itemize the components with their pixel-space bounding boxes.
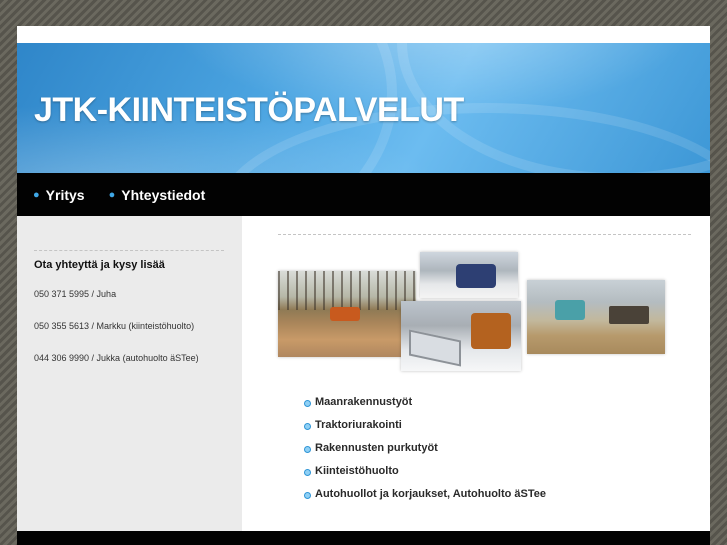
services-list: Maanrakennustyöt Traktoriurakointi Raken… bbox=[304, 395, 546, 510]
divider bbox=[278, 234, 691, 235]
nav-item-label: Yhteystiedot bbox=[121, 186, 206, 203]
tractor-snow-photo bbox=[420, 252, 518, 298]
site-footer bbox=[17, 531, 710, 545]
service-label: Traktoriurakointi bbox=[315, 419, 402, 431]
service-label: Kiinteistöhuolto bbox=[315, 465, 399, 477]
service-label: Autohuollot ja korjaukset, Autohuolto äS… bbox=[315, 488, 547, 500]
site-header: JTK-KIINTEISTÖPALVELUT bbox=[17, 43, 710, 173]
site-title[interactable]: JTK-KIINTEISTÖPALVELUT bbox=[34, 91, 464, 130]
contact-item: 050 355 5613 / Markku (kiinteistöhuolto) bbox=[34, 321, 195, 331]
service-item[interactable]: Rakennusten purkutyöt bbox=[304, 441, 546, 455]
bullet-icon bbox=[304, 491, 311, 499]
sidebar-heading: Ota yhteyttä ja kysy lisää bbox=[34, 259, 165, 271]
page-container: JTK-KIINTEISTÖPALVELUT ● Yritys ● Yhteys… bbox=[17, 26, 710, 545]
nav-item-label: Yritys bbox=[45, 186, 85, 203]
service-item[interactable]: Maanrakennustyöt bbox=[304, 395, 546, 409]
excavator-loader-photo bbox=[527, 280, 665, 354]
sidebar: Ota yhteyttä ja kysy lisää 050 371 5995 … bbox=[17, 216, 242, 531]
photo-collage bbox=[278, 252, 668, 372]
bullet-icon: ● bbox=[108, 188, 116, 201]
bullet-icon bbox=[304, 422, 311, 430]
service-label: Rakennusten purkutyöt bbox=[315, 442, 438, 454]
nav-item-yhteystiedot[interactable]: ● Yhteystiedot bbox=[109, 187, 206, 203]
contact-item: 050 371 5995 / Juha bbox=[34, 289, 117, 299]
bullet-icon bbox=[304, 468, 311, 476]
service-item[interactable]: Kiinteistöhuolto bbox=[304, 464, 546, 478]
divider bbox=[34, 250, 224, 251]
nav-item-yritys[interactable]: ● Yritys bbox=[33, 187, 85, 203]
service-item[interactable]: Traktoriurakointi bbox=[304, 418, 546, 432]
contact-item: 044 306 9990 / Jukka (autohuolto äSTee) bbox=[34, 353, 199, 363]
bullet-icon bbox=[304, 399, 311, 407]
main-nav: ● Yritys ● Yhteystiedot bbox=[17, 173, 710, 216]
snowplow-tractor-photo bbox=[401, 301, 521, 371]
bullet-icon: ● bbox=[33, 188, 40, 201]
service-label: Maanrakennustyöt bbox=[315, 396, 413, 408]
excavator-clearing-photo bbox=[278, 271, 416, 357]
contact-box: Ota yhteyttä ja kysy lisää 050 371 5995 … bbox=[34, 250, 224, 385]
service-item[interactable]: Autohuollot ja korjaukset, Autohuolto äS… bbox=[304, 487, 546, 501]
bullet-icon bbox=[304, 445, 311, 453]
